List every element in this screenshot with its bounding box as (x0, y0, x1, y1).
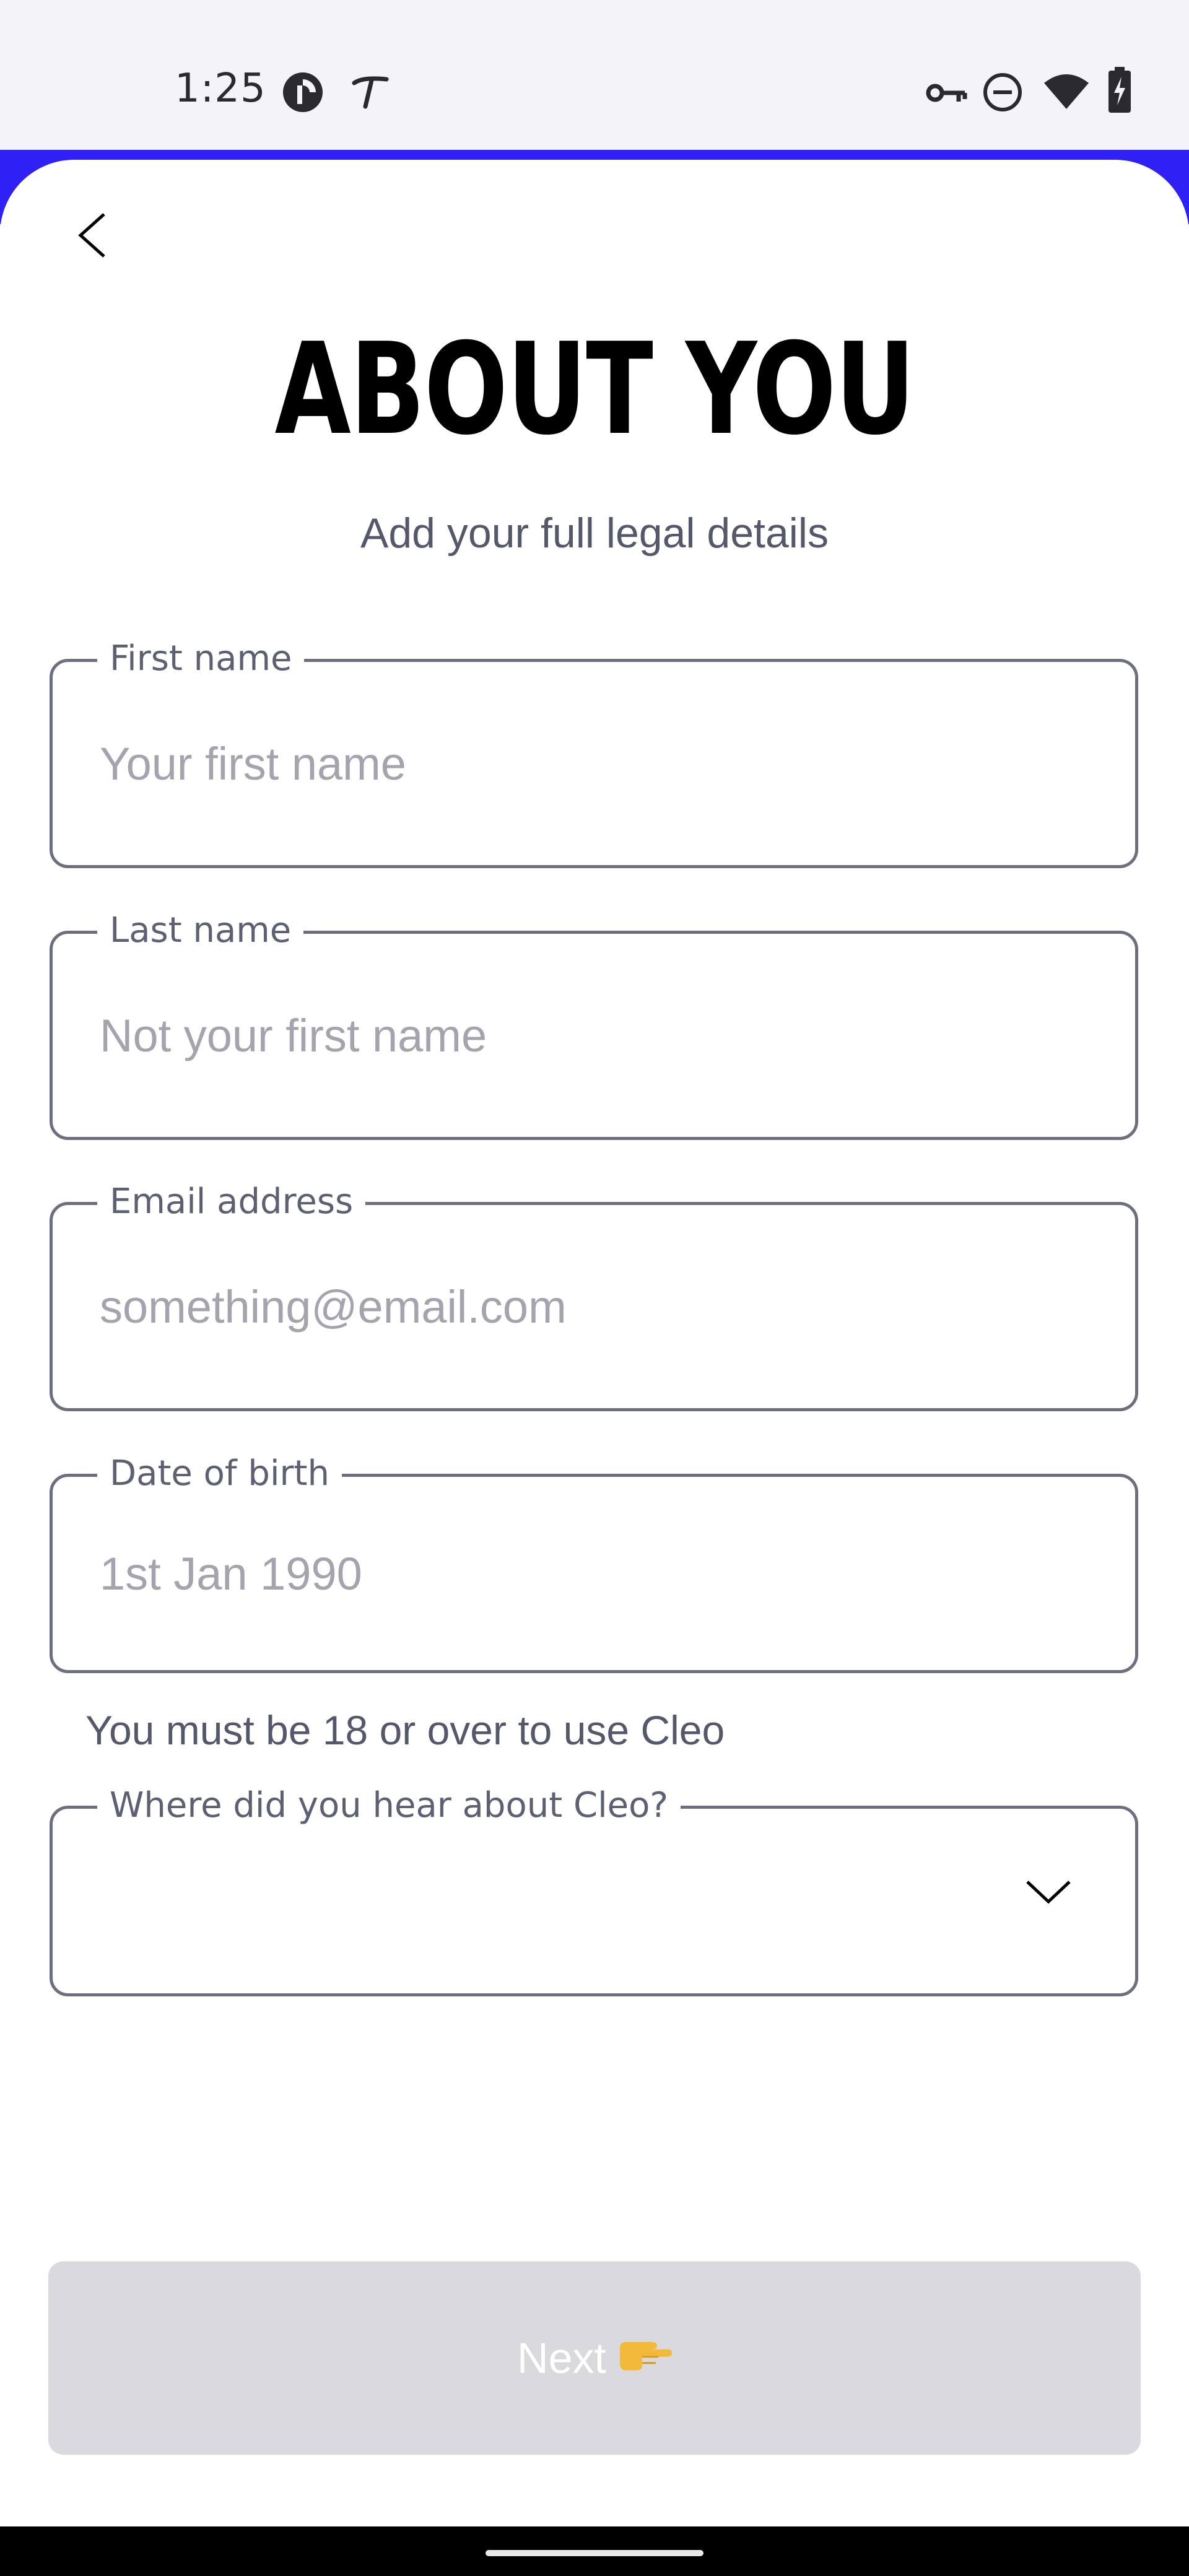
pointing-hand-icon (617, 2333, 672, 2383)
battery-charging-icon (1108, 67, 1131, 113)
referral-source-label: Where did you hear about Cleo? (97, 1784, 681, 1827)
back-button[interactable] (62, 204, 124, 266)
email-input[interactable] (100, 1205, 1098, 1408)
vpn-key-icon (926, 84, 967, 102)
first-name-input[interactable] (100, 662, 1098, 865)
page-title: ABOUT YOU (274, 316, 915, 463)
back-chevron-icon (78, 213, 105, 258)
chevron-down-icon[interactable] (1024, 1873, 1073, 1910)
date-of-birth-input[interactable] (100, 1477, 1098, 1670)
status-bar: 1:25 (0, 0, 1189, 150)
pocket-casts-icon (283, 72, 323, 112)
tasks-t-icon (352, 76, 389, 109)
referral-source-select[interactable]: Where did you hear about Cleo? (50, 1784, 1138, 1996)
wifi-icon (1044, 74, 1089, 109)
home-indicator[interactable] (486, 2550, 703, 2556)
next-button-label: Next (517, 2334, 606, 2382)
next-button[interactable]: Next (48, 2261, 1141, 2455)
first-name-field[interactable]: First name (50, 637, 1138, 868)
do-not-disturb-icon (983, 73, 1022, 111)
last-name-input[interactable] (100, 934, 1098, 1137)
age-requirement-text: You must be 18 or over to use Cleo (85, 1707, 725, 1753)
email-field[interactable]: Email address (50, 1180, 1138, 1411)
page-subtitle: Add your full legal details (360, 510, 829, 557)
last-name-field[interactable]: Last name (50, 909, 1138, 1140)
status-time: 1:25 (175, 66, 266, 111)
date-of-birth-field[interactable]: Date of birth (50, 1452, 1138, 1673)
